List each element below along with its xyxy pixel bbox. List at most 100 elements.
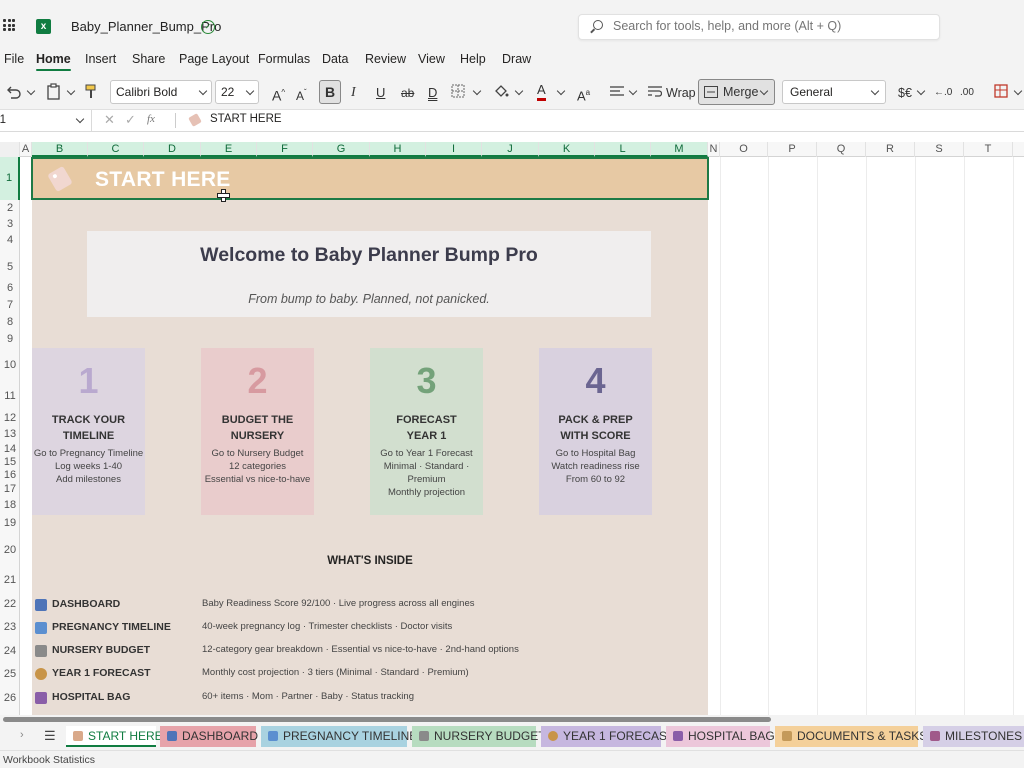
column-header[interactable]: F <box>257 142 313 157</box>
borders-dropdown-icon[interactable] <box>472 86 482 96</box>
menu-view[interactable]: View <box>418 52 445 66</box>
menu-home[interactable]: Home <box>36 52 71 71</box>
italic-icon[interactable]: I <box>351 82 356 104</box>
row-header[interactable]: 10 <box>0 348 20 382</box>
horizontal-scrollbar[interactable] <box>0 715 1024 724</box>
fill-color-dropdown-icon[interactable] <box>514 86 524 96</box>
row-header[interactable]: 26 <box>0 686 20 710</box>
menu-file[interactable]: File <box>4 52 24 66</box>
formula-input[interactable]: START HERE <box>210 113 282 125</box>
column-header[interactable]: S <box>915 142 964 157</box>
menu-insert[interactable]: Insert <box>85 52 116 66</box>
row-header[interactable]: 3 <box>0 216 20 232</box>
tab-nursery-budget[interactable]: NURSERY BUDGET <box>412 726 546 747</box>
menu-share[interactable]: Share <box>132 52 165 66</box>
row-header[interactable]: 8 <box>0 314 20 330</box>
decrease-font-size-icon[interactable]: Aˇ <box>296 82 307 104</box>
paste-icon[interactable] <box>46 83 62 105</box>
insert-function-icon[interactable]: fx <box>147 113 155 125</box>
row-header[interactable]: 17 <box>0 482 20 496</box>
start-here-banner[interactable]: START HERE <box>31 157 709 202</box>
font-color-icon[interactable]: A <box>537 82 546 101</box>
decrease-decimal-icon[interactable]: ←.0 <box>934 82 952 104</box>
confirm-entry-icon[interactable]: ✓ <box>125 112 136 128</box>
font-color-dropdown-icon[interactable] <box>556 86 566 96</box>
menu-formulas[interactable]: Formulas <box>258 52 310 66</box>
number-format-dropdown[interactable]: General <box>782 80 886 104</box>
scrollbar-thumb[interactable] <box>3 717 771 722</box>
row-header[interactable]: 12 <box>0 410 20 426</box>
document-name[interactable]: Baby_Planner_Bump_Pro <box>71 19 221 34</box>
column-header[interactable]: E <box>201 142 257 157</box>
row-header[interactable]: 23 <box>0 616 20 639</box>
menu-page-layout[interactable]: Page Layout <box>179 52 249 66</box>
column-header[interactable]: J <box>482 142 539 157</box>
column-header[interactable]: P <box>768 142 817 157</box>
column-header[interactable]: K <box>539 142 595 157</box>
format-painter-icon[interactable] <box>84 83 98 105</box>
row-header[interactable]: 6 <box>0 280 20 297</box>
increase-decimal-icon[interactable]: .00 <box>960 82 974 104</box>
search-input[interactable] <box>613 19 913 33</box>
menu-help[interactable]: Help <box>460 52 486 66</box>
saved-status-icon[interactable]: ✓ <box>201 20 215 34</box>
column-header[interactable]: R <box>866 142 915 157</box>
workbook-statistics-button[interactable]: Workbook Statistics <box>3 754 95 766</box>
row-header[interactable]: 11 <box>0 382 20 410</box>
fill-color-icon[interactable] <box>493 83 509 105</box>
tab-documents-tasks[interactable]: DOCUMENTS & TASKS <box>775 726 927 747</box>
borders-icon[interactable] <box>451 84 465 106</box>
row-header[interactable]: 20 <box>0 531 20 569</box>
all-sheets-menu-icon[interactable]: ☰ <box>44 728 56 744</box>
align-dropdown-icon[interactable] <box>628 86 638 96</box>
row-header[interactable]: 21 <box>0 569 20 592</box>
column-header[interactable]: A <box>20 142 32 157</box>
row-header[interactable]: 13 <box>0 426 20 443</box>
tab-year-1-forecast[interactable]: YEAR 1 FORECAST <box>541 726 674 747</box>
row-header[interactable]: 2 <box>0 200 20 216</box>
undo-dropdown-icon[interactable] <box>26 86 36 96</box>
name-box[interactable]: B1 <box>0 110 92 132</box>
conditional-format-dropdown-icon[interactable] <box>1013 86 1023 96</box>
row-header[interactable]: 19 <box>0 515 20 531</box>
underline-icon[interactable]: U <box>376 82 385 104</box>
paste-dropdown-icon[interactable] <box>66 86 76 96</box>
menu-data[interactable]: Data <box>322 52 348 66</box>
menu-draw[interactable]: Draw <box>502 52 531 66</box>
tab-hospital-bag[interactable]: HOSPITAL BAG <box>666 726 775 747</box>
row-header[interactable]: 4 <box>0 232 20 249</box>
column-header[interactable]: M <box>651 142 708 157</box>
column-header[interactable]: I <box>426 142 482 157</box>
double-underline-icon[interactable]: D <box>428 82 437 104</box>
row-header[interactable]: 1 <box>0 157 20 200</box>
tab-dashboard[interactable]: DASHBOARD <box>160 726 258 747</box>
currency-dropdown-icon[interactable] <box>916 86 926 96</box>
search-box[interactable] <box>578 14 940 40</box>
row-header[interactable]: 18 <box>0 496 20 515</box>
row-header[interactable]: 7 <box>0 297 20 314</box>
column-header[interactable]: Q <box>817 142 866 157</box>
tab-start-here[interactable]: START HERE <box>66 726 163 747</box>
text-effects-icon[interactable]: Aa <box>577 82 590 104</box>
column-header[interactable]: N <box>708 142 720 157</box>
chevron-right-icon[interactable]: › <box>20 729 24 741</box>
wrap-text-icon[interactable] <box>648 85 662 107</box>
row-header[interactable]: 24 <box>0 639 20 663</box>
merge-button[interactable]: Merge <box>698 79 775 105</box>
column-header[interactable]: H <box>370 142 426 157</box>
conditional-format-icon[interactable] <box>994 84 1008 106</box>
column-header[interactable]: T <box>964 142 1013 157</box>
app-launcher-icon[interactable] <box>3 19 15 31</box>
row-header[interactable]: 14 <box>0 443 20 456</box>
cell-grid[interactable]: START HERE Welcome to Baby Planner Bump … <box>20 157 1024 715</box>
row-header[interactable]: 16 <box>0 469 20 482</box>
row-header[interactable]: 15 <box>0 456 20 469</box>
strikethrough-icon[interactable]: ab <box>401 82 414 104</box>
column-header[interactable]: G <box>313 142 370 157</box>
row-header[interactable]: 9 <box>0 330 20 348</box>
column-header[interactable]: D <box>144 142 201 157</box>
increase-font-size-icon[interactable]: A^ <box>272 82 285 104</box>
row-header[interactable]: 25 <box>0 663 20 686</box>
cancel-entry-icon[interactable]: ✕ <box>104 112 115 128</box>
column-header[interactable]: C <box>88 142 144 157</box>
